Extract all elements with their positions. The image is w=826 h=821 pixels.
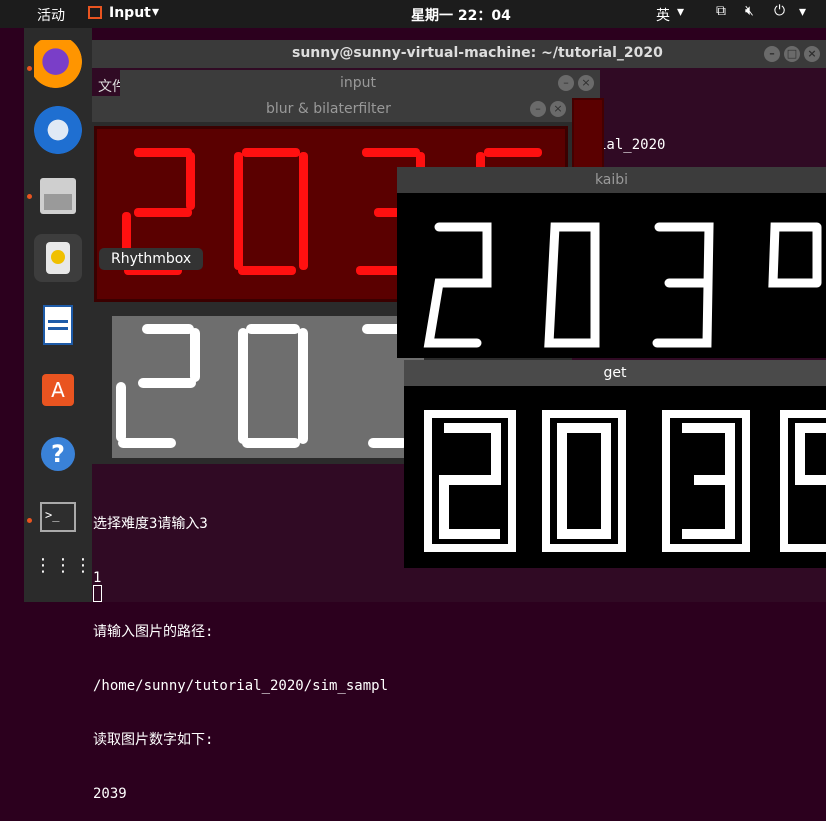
- terminal-line: 请输入图片的路径:: [93, 624, 214, 640]
- blur-window-title: blur & bilaterfilter: [92, 96, 572, 122]
- software-center-icon[interactable]: A: [34, 366, 82, 414]
- terminal-line: 选择难度3请输入3: [93, 516, 208, 532]
- files-icon[interactable]: [34, 172, 82, 220]
- close-icon[interactable]: ×: [550, 101, 566, 117]
- top-bar: 活动 Input ▾ 星期一 22：04 英 ▾ ⧉ 🔇︎ ⏻ ▾: [0, 0, 826, 28]
- rhythmbox-tooltip: Rhythmbox: [99, 248, 204, 270]
- maximize-icon[interactable]: □: [784, 46, 800, 62]
- writer-icon[interactable]: [34, 302, 82, 350]
- input-image-edge: [572, 98, 604, 170]
- activities-button[interactable]: 活动: [37, 5, 65, 25]
- get-image: [424, 410, 826, 552]
- kaibi-image: [423, 222, 822, 348]
- terminal-line: 2039: [93, 786, 127, 802]
- kaibi-digits: [423, 222, 822, 348]
- input-window-title: input: [120, 70, 600, 96]
- gray-digit-display: [112, 316, 424, 458]
- volume-icon[interactable]: 🔇︎: [745, 3, 754, 19]
- get-window: get: [404, 360, 826, 568]
- kaibi-window: kaibi: [397, 167, 826, 358]
- app-menu[interactable]: Input: [109, 5, 151, 21]
- terminal-output: 选择难度3请输入3 1 请输入图片的路径: /home/sunny/tutori…: [93, 479, 388, 821]
- show-apps-icon[interactable]: ⋮⋮⋮: [34, 557, 92, 606]
- minimize-icon[interactable]: –: [558, 75, 574, 91]
- clock[interactable]: 星期一 22：04: [411, 5, 511, 25]
- firefox-icon[interactable]: [34, 40, 82, 88]
- app-icon: [88, 6, 102, 19]
- minimize-icon[interactable]: –: [530, 101, 546, 117]
- running-indicator: [27, 66, 32, 71]
- terminal-line: /home/sunny/tutorial_2020/sim_sampl: [93, 678, 389, 694]
- terminal-icon[interactable]: >_: [34, 494, 82, 542]
- running-indicator: [27, 518, 32, 523]
- get-window-title: get: [404, 360, 826, 386]
- terminal-line: 1: [93, 570, 102, 586]
- chevron-down-icon: ▾: [152, 4, 160, 20]
- help-icon[interactable]: ?: [34, 430, 82, 478]
- terminal-title: sunny@sunny-virtual-machine: ~/tutorial_…: [292, 45, 663, 61]
- chevron-down-icon: ▾: [799, 4, 807, 20]
- running-indicator: [27, 194, 32, 199]
- terminal-titlebar: sunny@sunny-virtual-machine: ~/tutorial_…: [92, 40, 826, 68]
- kaibi-window-title: kaibi: [397, 167, 826, 193]
- close-icon[interactable]: ×: [804, 46, 820, 62]
- network-icon[interactable]: ⧉: [716, 3, 726, 19]
- close-icon[interactable]: ×: [578, 75, 594, 91]
- chevron-down-icon: ▾: [677, 4, 685, 20]
- dock: A ? >_ ⋮⋮⋮: [24, 28, 92, 602]
- terminal-cursor: [93, 585, 102, 602]
- terminal-partial-line: ial_2020: [598, 137, 666, 153]
- power-icon[interactable]: ⏻: [774, 3, 785, 19]
- ime-indicator[interactable]: 英: [656, 5, 670, 25]
- terminal-line: 读取图片数字如下:: [93, 732, 214, 748]
- minimize-icon[interactable]: –: [764, 46, 780, 62]
- thunderbird-icon[interactable]: [34, 106, 82, 154]
- rhythmbox-icon[interactable]: [34, 234, 82, 282]
